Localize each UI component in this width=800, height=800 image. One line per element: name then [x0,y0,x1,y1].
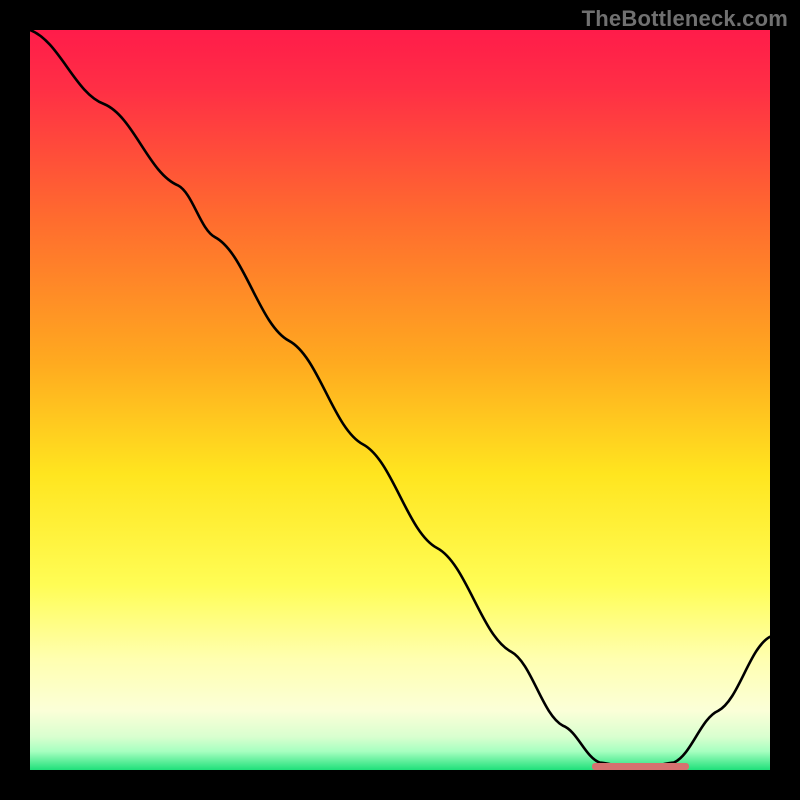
bottleneck-curve [30,30,770,770]
optimal-range-marker [592,763,688,770]
watermark-text: TheBottleneck.com [582,6,788,32]
plot-area [30,30,770,770]
chart-container: TheBottleneck.com [0,0,800,800]
